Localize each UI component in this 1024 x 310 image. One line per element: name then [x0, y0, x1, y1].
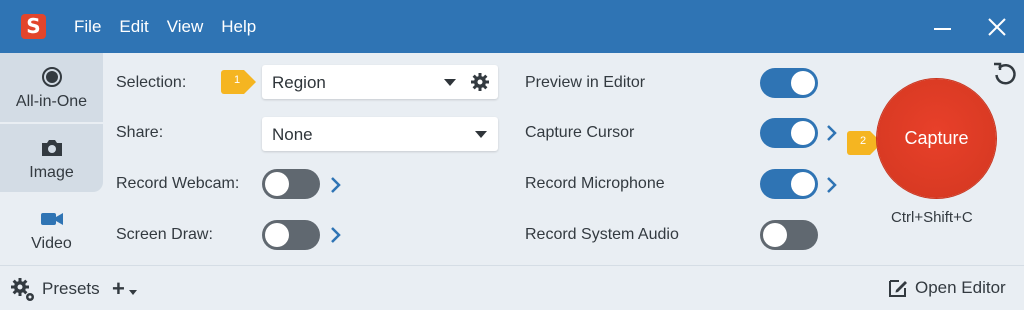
- chevron-down-icon: [444, 79, 456, 86]
- preview-in-editor-label: Preview in Editor: [525, 74, 646, 91]
- snagit-logo-icon: S: [21, 14, 46, 39]
- menu-help[interactable]: Help: [221, 17, 256, 37]
- screen-draw-toggle[interactable]: [262, 220, 320, 250]
- selection-value: Region: [272, 73, 326, 92]
- presets-gear-icon[interactable]: [10, 277, 36, 303]
- chevron-right-icon[interactable]: [826, 176, 838, 194]
- mode-video-label: Video: [31, 235, 72, 252]
- bottom-bar: Presets + Open Editor: [0, 265, 1024, 310]
- share-dropdown[interactable]: None: [262, 117, 498, 151]
- camera-icon: [41, 140, 62, 156]
- chevron-down-icon[interactable]: [129, 290, 137, 295]
- mode-image-label: Image: [29, 164, 74, 181]
- minimize-button[interactable]: [930, 14, 956, 40]
- open-editor-label: Open Editor: [915, 278, 1006, 297]
- mode-video[interactable]: Video: [0, 193, 103, 265]
- menu-view[interactable]: View: [167, 17, 204, 37]
- selection-dropdown[interactable]: Region: [262, 65, 498, 99]
- mode-image[interactable]: Image: [0, 124, 103, 192]
- reset-icon[interactable]: [991, 60, 1019, 88]
- callout-number-2: 2: [859, 135, 867, 147]
- record-webcam-label: Record Webcam:: [116, 175, 240, 192]
- capture-cursor-toggle[interactable]: [760, 118, 818, 148]
- share-value: None: [272, 125, 313, 144]
- menu-file[interactable]: File: [74, 17, 101, 37]
- chevron-down-icon: [475, 131, 487, 138]
- selection-label: Selection:: [116, 74, 187, 91]
- gear-icon[interactable]: [470, 72, 490, 92]
- callout-number-1: 1: [233, 74, 241, 86]
- chevron-right-icon[interactable]: [330, 226, 342, 244]
- open-editor-button[interactable]: Open Editor: [887, 277, 1006, 299]
- chevron-right-icon[interactable]: [330, 176, 342, 194]
- mode-all-in-one[interactable]: All-in-One: [0, 53, 103, 123]
- close-icon: [988, 18, 1006, 36]
- menu-bar: File Edit View Help: [74, 0, 256, 53]
- record-circle-icon: [41, 67, 62, 87]
- record-system-audio-toggle[interactable]: [760, 220, 818, 250]
- menu-edit[interactable]: Edit: [119, 17, 148, 37]
- mode-all-in-one-label: All-in-One: [15, 93, 88, 110]
- capture-button-label: Capture: [904, 128, 969, 148]
- screen-draw-label: Screen Draw:: [116, 226, 213, 243]
- record-webcam-toggle[interactable]: [262, 169, 320, 199]
- presets-label[interactable]: Presets: [42, 279, 100, 299]
- title-bar: S File Edit View Help: [0, 0, 1024, 53]
- record-system-audio-label: Record System Audio: [525, 226, 679, 243]
- callout-marker-1: 1: [220, 69, 260, 95]
- video-camera-icon: [40, 213, 63, 225]
- preview-in-editor-toggle[interactable]: [760, 68, 818, 98]
- capture-shortcut: Ctrl+Shift+C: [891, 209, 973, 226]
- share-label: Share:: [116, 124, 164, 141]
- capture-cursor-label: Capture Cursor: [525, 124, 635, 141]
- edit-icon: [889, 280, 907, 297]
- chevron-right-icon[interactable]: [826, 124, 838, 142]
- capture-mode-sidebar: All-in-One Image Video: [0, 53, 103, 265]
- add-preset-button[interactable]: +: [112, 276, 125, 302]
- close-button[interactable]: [984, 14, 1010, 40]
- capture-button[interactable]: Capture: [877, 79, 996, 198]
- record-microphone-label: Record Microphone: [525, 175, 665, 192]
- record-microphone-toggle[interactable]: [760, 169, 818, 199]
